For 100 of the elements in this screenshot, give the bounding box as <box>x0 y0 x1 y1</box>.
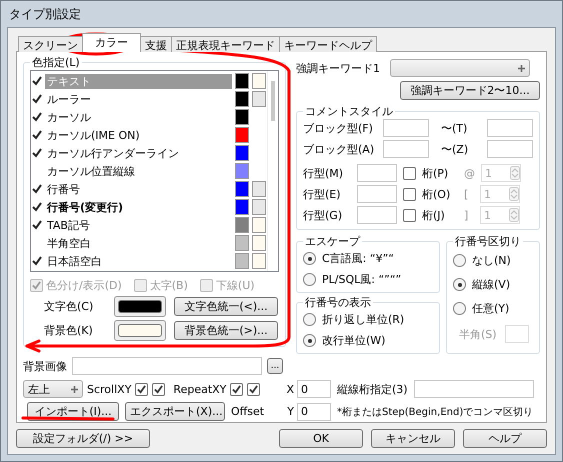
export-button[interactable]: エクスポート(X)... <box>125 402 225 421</box>
position-dropdown[interactable]: 左上 <box>23 380 83 398</box>
checkbox-label: 下線(U) <box>216 278 255 293</box>
spinner-arrows-icon[interactable] <box>509 187 519 201</box>
input-field[interactable] <box>504 325 529 343</box>
settings-folder-button[interactable]: 設定フォルダ(/) >> <box>16 428 150 448</box>
checkbox-label: ScrollXY <box>87 382 132 396</box>
radio-button[interactable] <box>303 313 316 326</box>
radio-button[interactable] <box>453 254 466 267</box>
radio-button[interactable] <box>303 273 316 286</box>
list-item[interactable]: カーソル <box>45 110 232 124</box>
radio-label: PL/SQL風: “”“” <box>322 272 402 287</box>
hint-text: *桁またはStep(Begin,End)でコンマ区切り <box>337 406 534 418</box>
apply-color-button[interactable]: 背景色統一(>)... <box>174 321 278 340</box>
input-field[interactable] <box>487 140 533 158</box>
symbol-label: [ <box>464 188 470 200</box>
checkbox-label: 桁(J) <box>422 208 446 222</box>
radio-label: 改行単位(W) <box>322 333 386 348</box>
radio-label: C言語風: “¥”“ <box>322 251 394 266</box>
field-label: 行型(G) <box>303 208 344 222</box>
list-item[interactable]: 行番号(変更行) <box>45 200 232 214</box>
checkbox-label: 桁(O) <box>422 186 452 202</box>
spinner-arrows-icon[interactable] <box>509 208 519 222</box>
field-label: 行型(M) <box>303 166 344 180</box>
list-item[interactable]: カーソル位置縦線 <box>45 164 232 178</box>
field-label: 縦線桁指定(3) <box>337 382 408 396</box>
dialog-button[interactable]: ヘルプ <box>463 428 547 448</box>
keyword-dropdown[interactable] <box>390 59 530 77</box>
apply-color-button[interactable]: 文字色統一(<)... <box>174 297 278 316</box>
checkbox[interactable] <box>152 382 166 396</box>
tab[interactable]: スクリーン <box>18 36 83 52</box>
radio-button[interactable] <box>303 334 316 347</box>
checkbox[interactable] <box>403 188 416 200</box>
keyword-label: 強調キーワード1 <box>296 60 380 76</box>
input-field[interactable]: 0 <box>297 402 331 420</box>
field-label: Y <box>287 405 294 418</box>
dialog-button[interactable]: キャンセル <box>371 428 455 448</box>
input-field[interactable] <box>383 119 429 137</box>
group-title: 行番号の表示 <box>304 295 372 310</box>
checkbox[interactable] <box>230 382 244 396</box>
list-item[interactable]: カーソル行アンダーライン <box>45 146 232 160</box>
field-label: 〜(T) <box>440 120 468 136</box>
field-label: Offset <box>231 405 264 418</box>
plus-icon <box>518 64 525 72</box>
field-label: 〜(Z) <box>440 142 470 156</box>
checkbox-label: 桁(P) <box>422 166 450 180</box>
input-field[interactable] <box>487 119 533 137</box>
symbol-label: @ <box>464 166 475 180</box>
checkbox[interactable] <box>403 208 416 222</box>
plus-icon <box>71 386 78 392</box>
input-field[interactable] <box>357 164 397 182</box>
list-item[interactable]: 行番号 <box>45 182 232 196</box>
field-label: ブロック型(A) <box>303 142 376 156</box>
keyword-settings-button[interactable]: 強調キーワード2〜10... <box>400 81 540 100</box>
input-field[interactable]: 0 <box>297 380 331 398</box>
list-item[interactable]: TAB記号 <box>45 218 232 232</box>
radio-button[interactable] <box>303 252 316 265</box>
tab[interactable]: カラー <box>82 33 141 52</box>
tab[interactable]: 正規表現キーワード <box>171 36 280 52</box>
radio-label: 縦線(V) <box>472 277 510 292</box>
radio-label: 任意(Y) <box>472 301 510 316</box>
checkbox[interactable] <box>403 166 416 180</box>
list-item[interactable]: 日本語空白 <box>45 254 232 268</box>
field-label: 行型(E) <box>303 186 342 202</box>
list-item[interactable]: ルーラー <box>45 92 232 106</box>
field-label: 半角(S) <box>459 326 497 342</box>
color-label: 文字色(C) <box>44 299 94 314</box>
radio-button[interactable] <box>453 278 466 291</box>
color-picker-button[interactable] <box>114 296 166 317</box>
tab[interactable]: 支援 <box>140 36 172 52</box>
input-field[interactable] <box>72 357 262 375</box>
list-item[interactable]: 半角空白 <box>45 236 232 250</box>
field-label: X <box>286 382 294 396</box>
radio-label: なし(N) <box>472 253 511 268</box>
window-title: タイプ別設定 <box>9 6 81 22</box>
color-label: 背景色(K) <box>44 323 94 338</box>
field-label: 背景画像 <box>23 358 67 374</box>
checkbox-label: 太字(B) <box>150 278 188 293</box>
radio-button[interactable] <box>453 302 466 315</box>
input-field[interactable] <box>357 185 397 203</box>
spinner-arrows-icon[interactable] <box>510 166 520 180</box>
list-item[interactable]: カーソル(IME ON) <box>45 128 232 142</box>
input-field[interactable] <box>357 206 397 224</box>
checkbox[interactable] <box>247 382 260 396</box>
scrollbar[interactable] <box>267 71 278 271</box>
input-field[interactable] <box>414 380 534 398</box>
group-title: 行番号区切り <box>454 234 522 249</box>
radio-label: 折り返し単位(R) <box>322 312 404 327</box>
group-title: エスケープ <box>304 234 362 249</box>
checkbox-label: RepeatXY <box>172 382 226 396</box>
field-label: ブロック型(F) <box>303 120 374 136</box>
group-title: 色指定(L) <box>31 55 81 70</box>
checkbox[interactable] <box>135 382 148 396</box>
input-field[interactable] <box>383 140 429 158</box>
tab[interactable]: キーワードヘルプ <box>279 36 377 52</box>
dialog-button[interactable]: OK <box>279 428 363 448</box>
group-title: コメントスタイル <box>304 104 394 119</box>
browse-button[interactable]: ... <box>267 358 283 374</box>
symbol-label: ] <box>464 208 470 222</box>
color-picker-button[interactable] <box>114 320 166 341</box>
